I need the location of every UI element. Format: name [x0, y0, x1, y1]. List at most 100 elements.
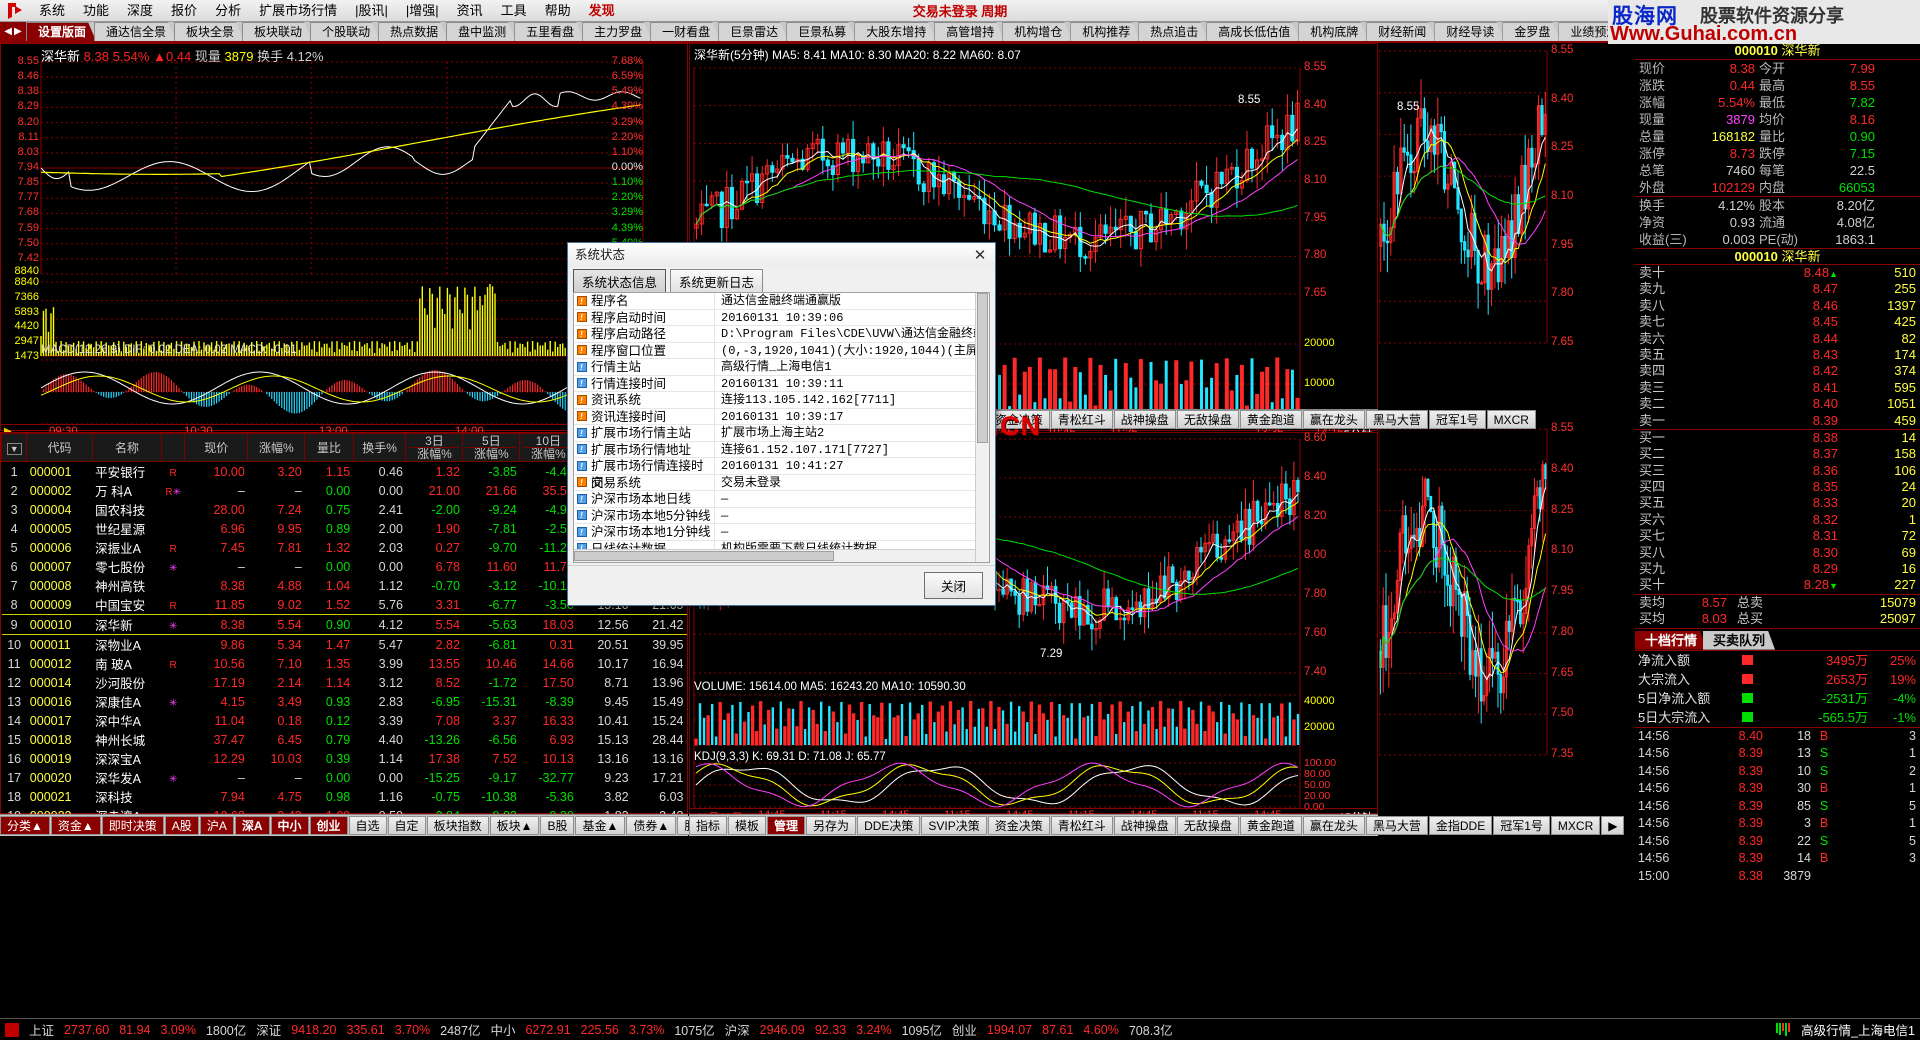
tab-13[interactable]: 高管增持: [934, 22, 1004, 41]
tab-3[interactable]: 板块联动: [242, 22, 312, 41]
menu-item-enhance[interactable]: |增强|: [397, 1, 448, 21]
tab-10[interactable]: 巨景雷达: [718, 22, 788, 41]
dialog-row-10[interactable]: ! 扩展市场行情连接时间 20160131 10:41:27: [574, 458, 975, 490]
bottom-left-button-0[interactable]: 分类▲: [0, 816, 50, 835]
tab-12[interactable]: 大股东增持: [854, 22, 936, 41]
kline-toolbar-button-13[interactable]: 冠军1号: [1428, 410, 1486, 429]
col-header-4[interactable]: 现价: [184, 433, 249, 462]
kline-toolbar-button-10[interactable]: 黄金跑道: [1239, 410, 1302, 429]
orderbook-tabs[interactable]: 十档行情 买卖队列: [1635, 631, 1920, 650]
menu-item-help[interactable]: 帮助: [536, 1, 580, 21]
dialog-body[interactable]: ! 程序名 通达信金融终端通赢版! 程序启动时间 20160131 10:39:06! 程…: [573, 292, 990, 563]
bottom-left-button-7[interactable]: 创业: [309, 816, 348, 835]
dialog-row-7[interactable]: ! 资讯连接时间 20160131 10:39:17: [574, 408, 975, 425]
orderbook-ask-row[interactable]: 卖九 8.47 255: [1635, 281, 1920, 297]
bottom-left-button-10[interactable]: 板块指数: [426, 816, 489, 835]
tick-row[interactable]: 14:56 8.39 85 S 5: [1635, 798, 1920, 816]
tick-row[interactable]: 14:56 8.39 10 S 2: [1635, 763, 1920, 781]
table-row[interactable]: 11 000012 南 玻A R 10.56 7.10 1.35 3.99 13.55 10.46…: [2, 654, 687, 673]
col-header-7[interactable]: 换手%: [352, 433, 407, 462]
menu-item-info[interactable]: 资讯: [448, 1, 492, 21]
tab-7[interactable]: 五里看盘: [514, 22, 584, 41]
tab-19[interactable]: 财经新闻: [1366, 22, 1436, 41]
bottom-left-button-8[interactable]: 自选: [348, 816, 387, 835]
tab-18[interactable]: 机构底牌: [1298, 22, 1368, 41]
bottom-right-button-0[interactable]: 指标: [689, 816, 728, 835]
dialog-close-button[interactable]: 关闭: [923, 572, 983, 599]
orderbook-tab-0[interactable]: 十档行情: [1635, 631, 1707, 650]
bottom-right-button-7[interactable]: 青松红斗: [1050, 816, 1113, 835]
dialog-row-12[interactable]: ! 沪深市场本地日线 —: [574, 491, 975, 508]
table-row[interactable]: 10 000011 深物业A 9.86 5.34 1.47 5.47 2.82 -6.81 0.3…: [2, 635, 687, 655]
tab-17[interactable]: 高成长低估值: [1206, 22, 1300, 41]
orderbook-ask-row[interactable]: 卖八 8.46 1397: [1635, 298, 1920, 314]
orderbook-bid-row[interactable]: 买八 8.30 69: [1635, 545, 1920, 561]
orderbook-ask-row[interactable]: 卖十 8.48▲ 510: [1635, 265, 1920, 281]
tab-21[interactable]: 金罗盘: [1502, 22, 1560, 41]
bottom-right-button-5[interactable]: SVIP决策: [921, 816, 987, 835]
bottom-right-button-15[interactable]: MXCR: [1550, 816, 1601, 835]
bottom-right-button-9[interactable]: 无敌操盘: [1176, 816, 1239, 835]
orderbook-ask-row[interactable]: 卖四 8.42 374: [1635, 363, 1920, 379]
tick-list[interactable]: 14:56 8.40 18 B 3 14:56 8.39 13 S 1 14:56 …: [1635, 728, 1920, 886]
table-row[interactable]: 17 000020 深华发A ✳ – – 0.00 0.00 -15.25 -9.17 -32.77…: [2, 768, 687, 787]
tab-9[interactable]: 一财看盘: [650, 22, 720, 41]
tick-row[interactable]: 14:56 8.39 22 S 5: [1635, 833, 1920, 851]
dialog-row-5[interactable]: ! 行情连接时间 20160131 10:39:11: [574, 375, 975, 392]
tab-8[interactable]: 主力罗盘: [582, 22, 652, 41]
orderbook-ask-row[interactable]: 卖六 8.44 82: [1635, 331, 1920, 347]
bottom-right-button-13[interactable]: 金指DDE: [1428, 816, 1493, 835]
dialog-row-13[interactable]: ! 沪深市场本地5分钟线 —: [574, 507, 975, 524]
table-row[interactable]: 15 000018 神州长城 37.47 6.45 0.79 4.40 -13.26 -6.56…: [2, 730, 687, 749]
table-row[interactable]: 9 000010 深华新 ✳ 8.38 5.54 0.90 4.12 5.54 -5.63 18.0…: [1, 614, 687, 635]
menu-item-tools[interactable]: 工具: [492, 1, 536, 21]
bottom-left-button-2[interactable]: 即时决策: [101, 816, 164, 835]
orderbook-ask-row[interactable]: 卖一 8.39 459: [1635, 413, 1920, 429]
tick-row[interactable]: 14:56 8.39 30 B 1: [1635, 780, 1920, 798]
bottom-left-button-6[interactable]: 中小: [270, 816, 309, 835]
orderbook-bid-row[interactable]: 买五 8.33 20: [1635, 495, 1920, 511]
bottom-right-button-6[interactable]: 资金决策: [987, 816, 1050, 835]
bottom-left-button-9[interactable]: 自定: [387, 816, 426, 835]
table-row[interactable]: 12 000014 沙河股份 17.19 2.14 1.14 3.12 8.52 -1.72 17…: [2, 673, 687, 692]
tab-15[interactable]: 机构推荐: [1070, 22, 1140, 41]
orderbook-ask-row[interactable]: 卖五 8.43 174: [1635, 347, 1920, 363]
tab-20[interactable]: 财经导读: [1434, 22, 1504, 41]
dialog-row-15[interactable]: ! 日线统计数据 机构版需要下载日线统计数据: [574, 540, 975, 549]
bottom-right-button-next-icon[interactable]: ▶: [1601, 816, 1625, 835]
orderbook-ask-row[interactable]: 卖三 8.41 595: [1635, 380, 1920, 396]
bottom-right-button-3[interactable]: 另存为: [806, 816, 857, 835]
table-row[interactable]: 18 000021 深科技 7.94 4.75 0.98 1.16 -0.75 -10.38 -5…: [2, 787, 687, 806]
orderbook-ask-row[interactable]: 卖七 8.45 425: [1635, 314, 1920, 330]
menu-item-analysis[interactable]: 分析: [206, 1, 250, 21]
dialog-row-8[interactable]: ! 扩展市场行情主站 扩展市场上海主站2: [574, 425, 975, 442]
dialog-row-6[interactable]: ! 资讯系统 连接113.105.142.162[7711]: [574, 392, 975, 409]
tab-16[interactable]: 热点追击: [1138, 22, 1208, 41]
bottom-right-button-2[interactable]: 管理: [767, 816, 806, 835]
bottom-left-button-13[interactable]: 基金▲: [575, 816, 626, 835]
tick-row[interactable]: 14:56 8.39 14 B 3: [1635, 850, 1920, 868]
dialog-row-3[interactable]: ! 程序窗口位置 (0,-3,1920,1041)(大小:1920,1044)(主屏…: [574, 342, 975, 359]
tab-14[interactable]: 机构增仓: [1002, 22, 1072, 41]
col-header-3[interactable]: [161, 433, 186, 462]
bottom-left-button-12[interactable]: B股: [540, 816, 575, 835]
tab-2[interactable]: 板块全景: [174, 22, 244, 41]
bottom-left-button-4[interactable]: 沪A: [199, 816, 234, 835]
system-status-dialog[interactable]: 系统状态 ✕ 系统状态信息 系统更新日志 ! 程序名 通达信金融终端通赢版! 程序启动…: [567, 242, 996, 606]
close-icon[interactable]: ✕: [971, 246, 989, 264]
tick-row[interactable]: 14:56 8.39 3 B 1: [1635, 815, 1920, 833]
dialog-row-11[interactable]: ! 交易系统 交易未登录: [574, 474, 975, 491]
col-header-1[interactable]: 代码: [26, 433, 93, 462]
orderbook-bid-row[interactable]: 买七 8.31 72: [1635, 528, 1920, 544]
kline-toolbar-button-8[interactable]: 战神操盘: [1113, 410, 1176, 429]
bottom-left-button-1[interactable]: 资金▲: [50, 816, 101, 835]
tab-1[interactable]: 通达信全景: [94, 22, 176, 41]
dialog-horizontal-scrollbar[interactable]: [574, 549, 975, 562]
orderbook-bid-row[interactable]: 买三 8.36 106: [1635, 463, 1920, 479]
dialog-tab-status-info[interactable]: 系统状态信息: [573, 269, 667, 294]
col-header-5[interactable]: 涨幅%: [247, 433, 306, 462]
tab-6[interactable]: 盘中监测: [446, 22, 516, 41]
col-header-2[interactable]: 名称: [91, 433, 163, 462]
bottom-left-button-5[interactable]: 深A: [234, 816, 270, 835]
dialog-row-1[interactable]: ! 程序启动时间 20160131 10:39:06: [574, 309, 975, 326]
